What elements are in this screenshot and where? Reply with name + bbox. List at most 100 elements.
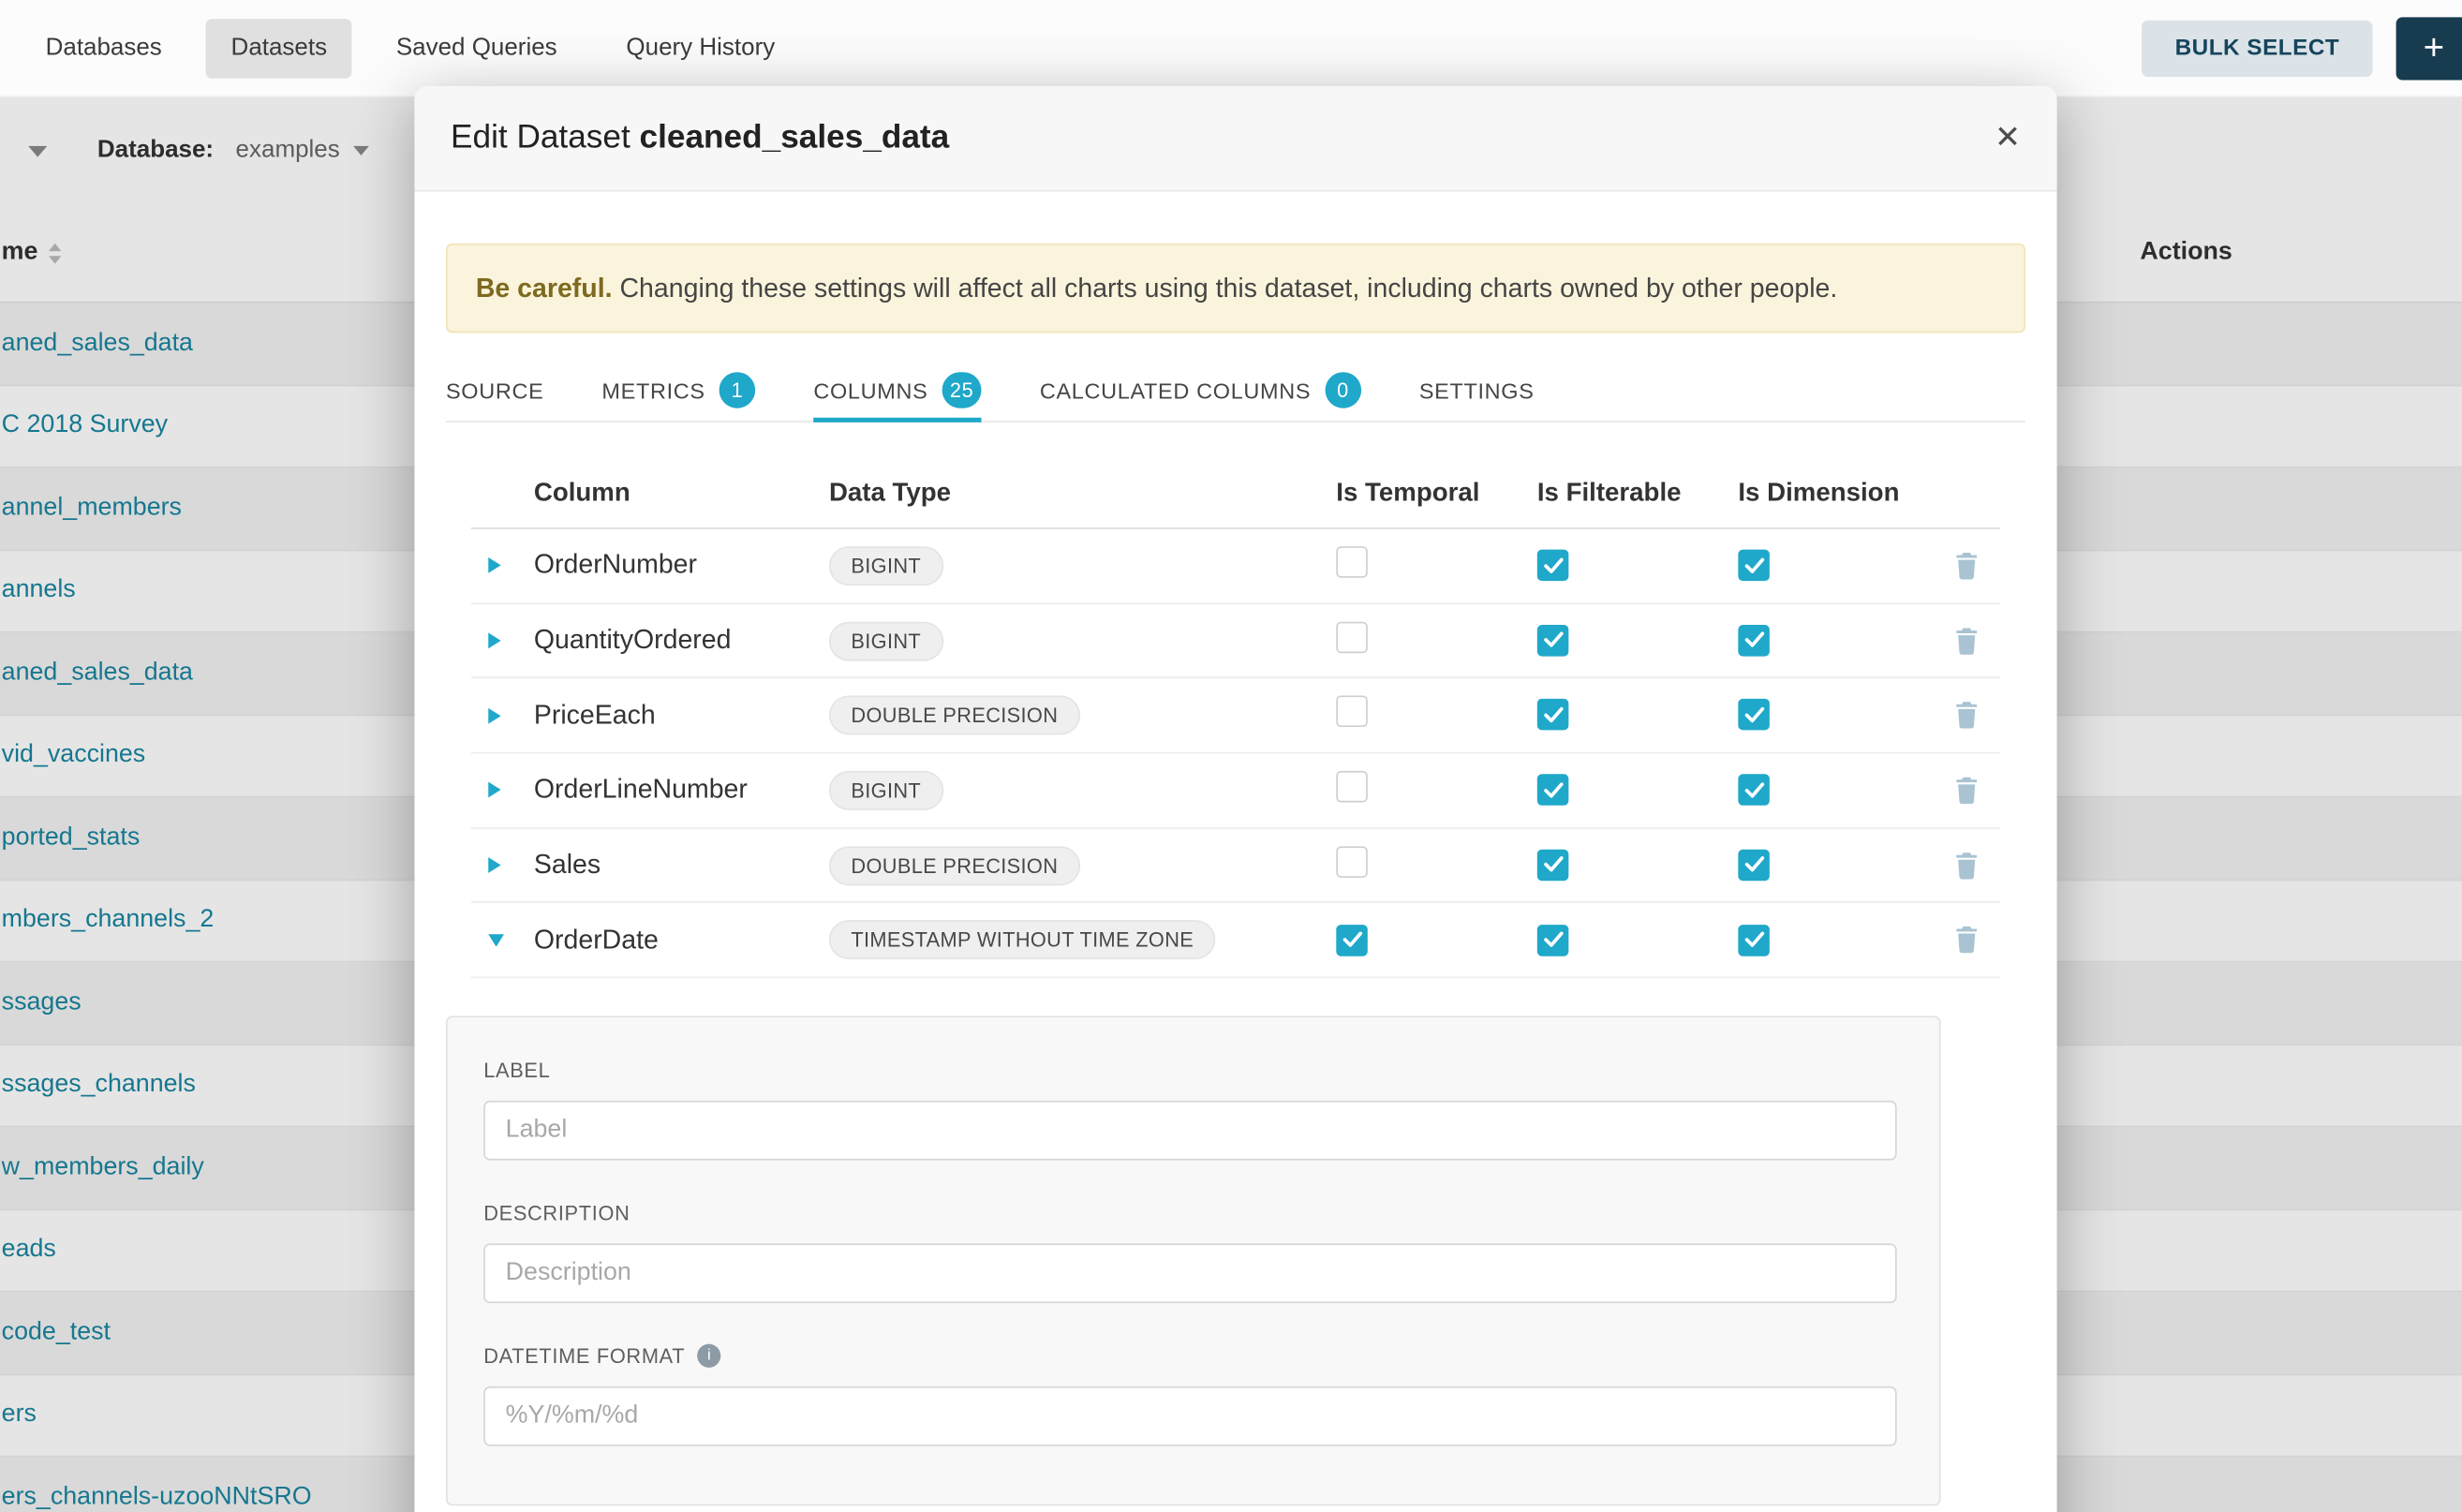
columns-table: Column Data Type Is Temporal Is Filterab… (471, 460, 2000, 978)
tab-badge: 25 (942, 372, 981, 408)
screenshot-viewport: Databases Datasets Saved Queries Query Hist… (0, 0, 2462, 1512)
modal-title-dataset-name: cleaned_sales_data (640, 119, 950, 156)
checkbox-is-temporal-cell (1310, 696, 1511, 735)
datetime-format-input[interactable] (483, 1386, 1896, 1446)
checkbox-is-temporal-cell (1310, 771, 1511, 810)
checkbox-is-temporal[interactable] (1336, 924, 1368, 956)
collapse-caret-icon[interactable] (488, 934, 504, 946)
checkbox-is-filterable[interactable] (1537, 924, 1569, 956)
column-row: PriceEachDOUBLE PRECISION (471, 679, 2000, 754)
checkbox-is-temporal-cell (1310, 546, 1511, 586)
checkbox-is-dimension[interactable] (1738, 849, 1770, 881)
bulk-select-button[interactable]: BULK SELECT (2142, 20, 2372, 76)
column-row: OrderDateTIMESTAMP WITHOUT TIME ZONE (471, 903, 2000, 978)
tab-settings[interactable]: SETTINGS (1419, 360, 1535, 421)
label-field-label: LABEL (483, 1059, 1896, 1082)
tab-metrics[interactable]: METRICS 1 (601, 360, 755, 421)
data-type-cell: DOUBLE PRECISION (829, 696, 1310, 735)
tab-columns[interactable]: COLUMNS25 (813, 360, 981, 421)
data-type-cell: BIGINT (829, 546, 1310, 586)
nav-item-databases[interactable]: Databases (21, 18, 187, 78)
checkbox-is-dimension[interactable] (1738, 924, 1770, 956)
nav-item-query-history[interactable]: Query History (601, 18, 800, 78)
close-icon[interactable]: ✕ (1995, 123, 2021, 155)
checkbox-is-temporal[interactable] (1336, 621, 1368, 653)
tab-label: SOURCE (446, 378, 543, 403)
expand-caret-icon[interactable] (488, 782, 500, 798)
checkbox-is-temporal[interactable] (1336, 846, 1368, 878)
warning-banner: Be careful. Changing these settings will… (446, 244, 2025, 334)
data-type-cell: TIMESTAMP WITHOUT TIME ZONE (829, 921, 1310, 960)
checkbox-is-filterable-cell (1510, 550, 1712, 582)
column-row: QuantityOrderedBIGINT (471, 604, 2000, 679)
tab-calculated-columns[interactable]: CALCULATED COLUMNS 0 (1040, 360, 1361, 421)
checkbox-is-temporal[interactable] (1336, 696, 1368, 728)
data-type-cell: DOUBLE PRECISION (829, 846, 1310, 885)
checkbox-is-filterable[interactable] (1537, 700, 1569, 732)
label-field-group: LABEL (483, 1059, 1896, 1161)
label-input[interactable] (483, 1101, 1896, 1161)
trash-icon[interactable] (1954, 777, 1978, 803)
checkbox-is-dimension[interactable] (1738, 700, 1770, 732)
expand-caret-icon[interactable] (488, 707, 500, 723)
modal-title: Edit Dataset cleaned_sales_data (451, 119, 949, 156)
modal-header: Edit Dataset cleaned_sales_data ✕ (414, 86, 2056, 191)
trash-icon[interactable] (1954, 553, 1978, 579)
tab-label: METRICS (601, 378, 704, 403)
checkbox-is-dimension-cell (1712, 550, 1932, 582)
caret-cell (471, 632, 534, 648)
trash-cell (1932, 777, 2001, 803)
checkbox-is-filterable-cell (1510, 849, 1712, 881)
columns-table-header: Column Data Type Is Temporal Is Filterab… (471, 460, 2000, 529)
checkbox-is-filterable[interactable] (1537, 625, 1569, 657)
checkbox-is-dimension-cell (1712, 849, 1932, 881)
data-type-pill: BIGINT (829, 771, 943, 810)
checkbox-is-temporal-cell (1310, 846, 1511, 885)
checkbox-is-dimension[interactable] (1738, 775, 1770, 807)
checkbox-is-filterable-cell (1510, 625, 1712, 657)
data-type-pill: DOUBLE PRECISION (829, 696, 1080, 735)
header-data-type: Data Type (829, 479, 1310, 509)
checkbox-is-temporal-cell (1310, 924, 1511, 956)
add-dataset-button[interactable]: + (2396, 17, 2462, 80)
description-field-label: DESCRIPTION (483, 1201, 1896, 1224)
caret-cell (471, 707, 534, 723)
checkbox-is-dimension-cell (1712, 924, 1932, 956)
datetime-format-field-label: DATETIME FORMAT i (483, 1344, 1896, 1368)
checkbox-is-filterable[interactable] (1537, 849, 1569, 881)
trash-icon[interactable] (1954, 703, 1978, 729)
columns-rows: OrderNumberBIGINTQuantityOrderedBIGINTPr… (471, 529, 2000, 979)
trash-icon[interactable] (1954, 852, 1978, 878)
modal-body: Be careful. Changing these settings will… (414, 191, 2056, 1512)
checkbox-is-temporal[interactable] (1336, 546, 1368, 578)
header-is-temporal: Is Temporal (1310, 479, 1511, 509)
data-type-pill: BIGINT (829, 546, 943, 586)
expand-caret-icon[interactable] (488, 857, 500, 873)
trash-icon[interactable] (1954, 926, 1978, 953)
trash-icon[interactable] (1954, 628, 1978, 654)
expand-caret-icon[interactable] (488, 632, 500, 648)
column-name: OrderNumber (534, 550, 829, 582)
datetime-format-label-text: DATETIME FORMAT (483, 1344, 685, 1368)
nav-item-saved-queries[interactable]: Saved Queries (371, 18, 582, 78)
checkbox-is-dimension[interactable] (1738, 550, 1770, 582)
warning-banner-emphasis: Be careful. (476, 274, 613, 304)
tab-badge: 1 (719, 372, 756, 408)
modal-tabs: SOURCE METRICS 1 COLUMNS25 CALCULATED COLUMN… (446, 360, 2025, 422)
expand-caret-icon[interactable] (488, 558, 500, 574)
checkbox-is-temporal[interactable] (1336, 771, 1368, 803)
description-input[interactable] (483, 1244, 1896, 1304)
checkbox-is-filterable[interactable] (1537, 550, 1569, 582)
nav-item-datasets[interactable]: Datasets (206, 18, 352, 78)
checkbox-is-filterable[interactable] (1537, 775, 1569, 807)
info-icon[interactable]: i (698, 1344, 721, 1368)
checkbox-is-filterable-cell (1510, 924, 1712, 956)
tab-label: CALCULATED COLUMNS (1040, 378, 1311, 403)
checkbox-is-dimension-cell (1712, 625, 1932, 657)
data-type-pill: DOUBLE PRECISION (829, 846, 1080, 885)
tab-source[interactable]: SOURCE (446, 360, 543, 421)
header-is-filterable: Is Filterable (1510, 479, 1712, 509)
tab-badge: 0 (1325, 372, 1361, 408)
checkbox-is-dimension[interactable] (1738, 625, 1770, 657)
data-type-cell: BIGINT (829, 771, 1310, 810)
